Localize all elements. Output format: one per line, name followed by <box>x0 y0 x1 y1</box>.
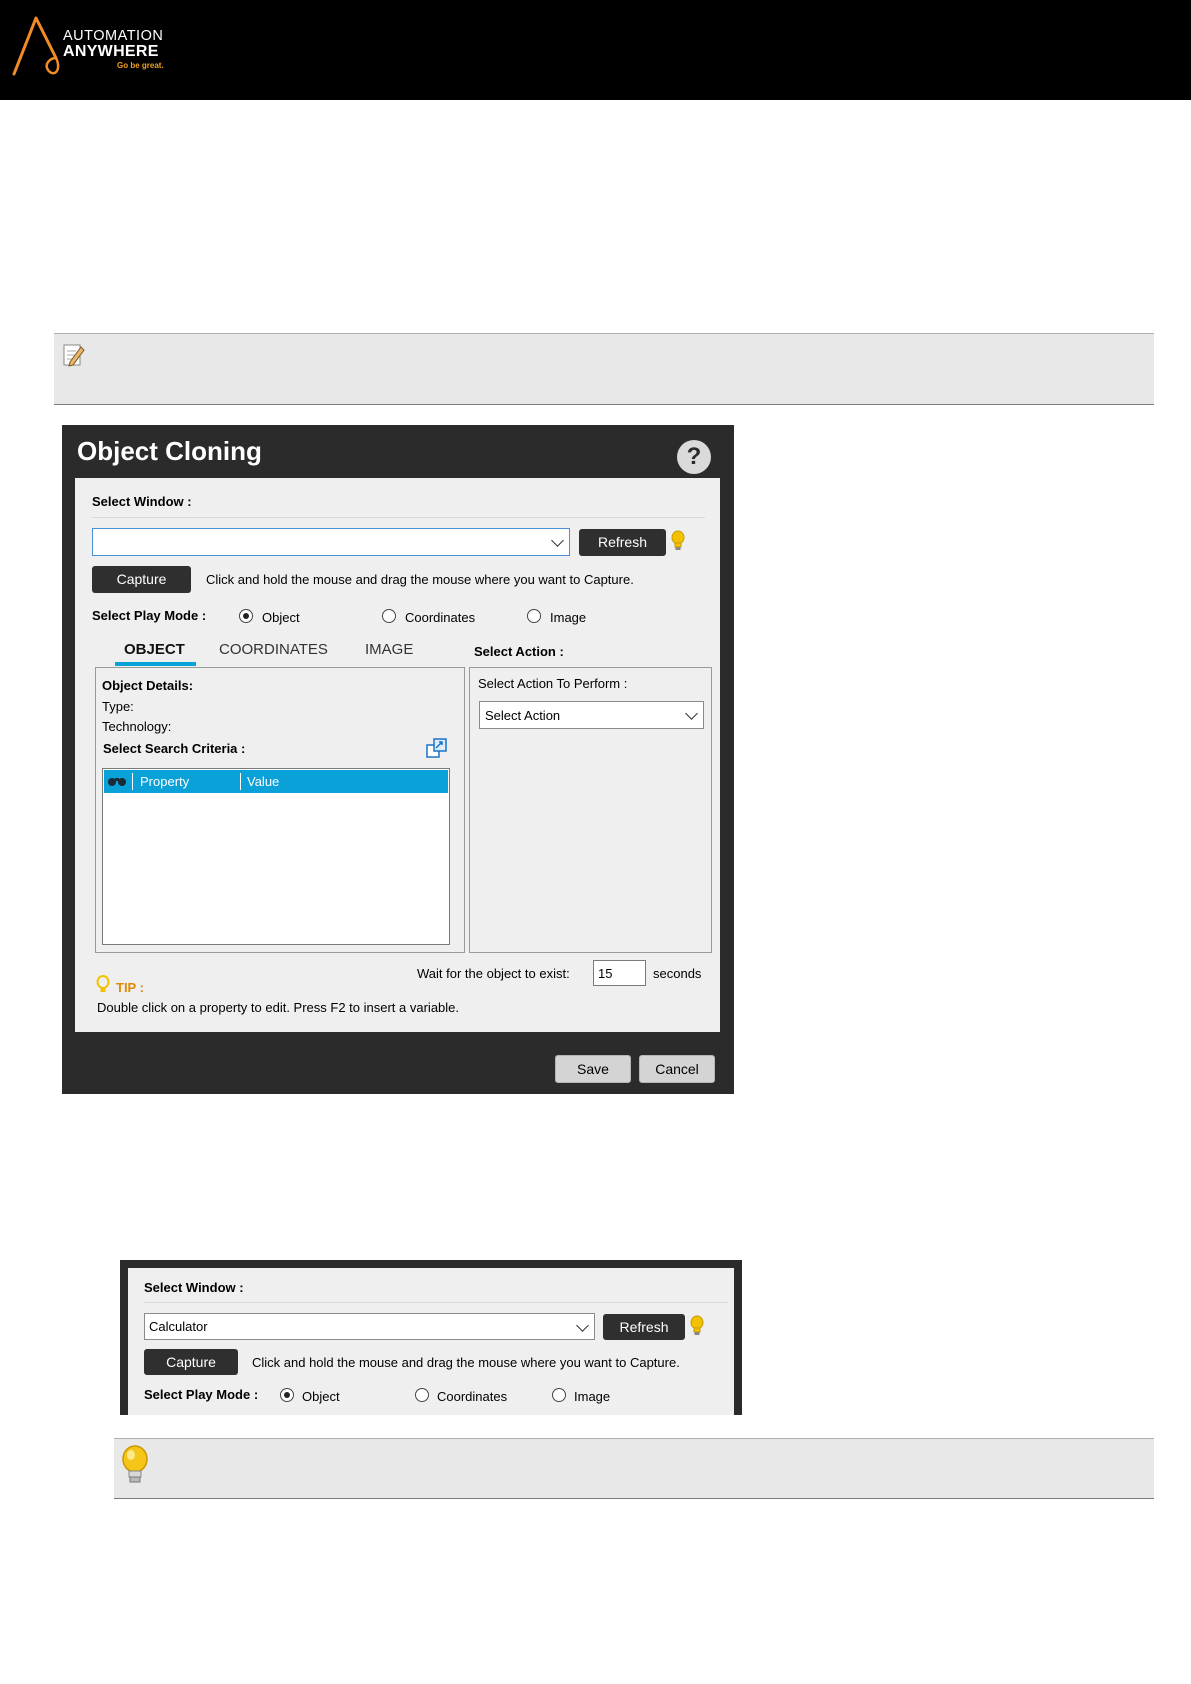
refresh-button[interactable]: Refresh <box>579 529 666 556</box>
search-criteria-label: Select Search Criteria : <box>103 741 246 756</box>
lightbulb-icon <box>122 1445 148 1483</box>
capture-hint: Click and hold the mouse and drag the mo… <box>206 572 634 587</box>
radio-coordinates-label: Coordinates <box>405 610 476 625</box>
note-pencil-icon <box>63 344 85 367</box>
radio-image-label: Image <box>550 610 587 625</box>
radio-image[interactable] <box>552 1388 566 1402</box>
window-select-value: Calculator <box>149 1319 208 1334</box>
action-select[interactable]: Select Action <box>479 701 704 729</box>
select-window-label: Select Window : <box>144 1280 244 1295</box>
action-select-value: Select Action <box>485 708 561 723</box>
select-window-label: Select Window : <box>92 494 192 509</box>
tab-object[interactable]: OBJECT <box>124 641 185 658</box>
divider <box>144 1302 728 1303</box>
active-tab-underline <box>115 662 196 666</box>
tip-box <box>114 1438 1154 1499</box>
grid-column-value: Value <box>247 774 280 789</box>
radio-object-label: Object <box>302 1389 340 1404</box>
cancel-button[interactable]: Cancel <box>639 1055 715 1083</box>
wait-seconds-input[interactable]: 15 <box>593 960 646 986</box>
radio-coordinates[interactable] <box>415 1388 429 1402</box>
select-action-label: Select Action : <box>474 644 564 659</box>
logo-text-anywhere: ANYWHERE <box>63 43 159 60</box>
lightbulb-icon[interactable] <box>671 530 685 552</box>
tip-label: TIP : <box>116 980 144 995</box>
tab-coordinates[interactable]: COORDINATES <box>219 641 328 658</box>
automation-anywhere-logo-icon <box>12 16 60 76</box>
page-header: AUTOMATION ANYWHERE Go be great. <box>0 0 1191 100</box>
search-criteria-grid[interactable]: Property Value <box>102 768 450 945</box>
radio-image[interactable] <box>527 609 541 623</box>
radio-coordinates-label: Coordinates <box>437 1389 508 1404</box>
tip-text: Double click on a property to edit. Pres… <box>97 1000 460 1015</box>
action-to-perform-label: Select Action To Perform : <box>478 676 628 691</box>
object-cloning-dialog: Object Cloning ? Select Window : Refresh… <box>62 425 734 1094</box>
lightbulb-icon[interactable] <box>690 1315 704 1337</box>
binoculars-icon <box>108 778 126 786</box>
dialog-panel: Select Window : Refresh Capture Click an… <box>75 478 720 1032</box>
tab-image[interactable]: IMAGE <box>365 641 413 658</box>
logo-tagline: Go be great. <box>117 61 164 70</box>
wait-label: Wait for the object to exist: <box>417 966 570 981</box>
chevron-down-icon <box>576 1319 589 1332</box>
window-select[interactable] <box>92 528 570 556</box>
radio-coordinates[interactable] <box>382 609 396 623</box>
tip-lightbulb-icon <box>96 975 110 992</box>
capture-button[interactable]: Capture <box>144 1349 238 1375</box>
object-details-box: Object Details: Type: Technology: Select… <box>95 667 465 953</box>
play-mode-label: Select Play Mode : <box>92 608 207 623</box>
save-button[interactable]: Save <box>555 1055 631 1083</box>
dialog-panel: Select Window : Calculator Refresh Captu… <box>128 1268 734 1415</box>
window-select[interactable]: Calculator <box>144 1313 595 1340</box>
grid-column-property: Property <box>140 774 190 789</box>
refresh-criteria-icon[interactable] <box>426 738 448 760</box>
select-window-panel-screenshot: Select Window : Calculator Refresh Captu… <box>120 1260 742 1415</box>
radio-object[interactable] <box>239 609 253 623</box>
radio-object[interactable] <box>280 1388 294 1402</box>
seconds-label: seconds <box>653 966 702 981</box>
capture-hint: Click and hold the mouse and drag the mo… <box>252 1355 680 1370</box>
note-box <box>54 333 1154 405</box>
radio-image-label: Image <box>574 1389 611 1404</box>
dialog-title: Object Cloning <box>77 436 262 466</box>
type-label: Type: <box>102 699 134 714</box>
capture-button[interactable]: Capture <box>92 566 191 593</box>
chevron-down-icon <box>685 707 698 720</box>
help-icon[interactable]: ? <box>677 440 711 474</box>
divider <box>92 517 705 518</box>
grid-header-row: Property Value <box>104 770 448 793</box>
chevron-down-icon <box>551 534 564 547</box>
logo-text-automation: AUTOMATION <box>63 28 164 44</box>
refresh-button[interactable]: Refresh <box>603 1314 685 1340</box>
select-action-box: Select Action To Perform : Select Action <box>469 667 712 953</box>
object-details-label: Object Details: <box>102 678 194 693</box>
radio-object-label: Object <box>262 610 300 625</box>
wait-seconds-value: 15 <box>598 966 613 981</box>
technology-label: Technology: <box>102 719 172 734</box>
play-mode-label: Select Play Mode : <box>144 1387 259 1402</box>
